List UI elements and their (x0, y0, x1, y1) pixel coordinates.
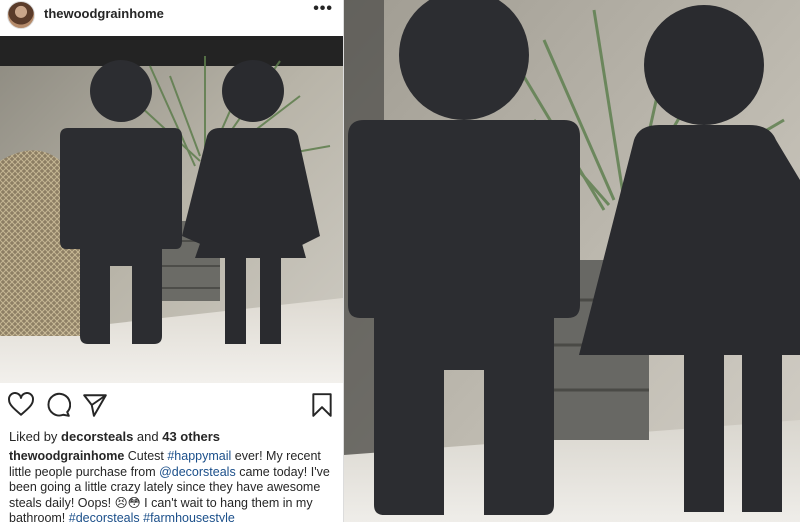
heart-icon[interactable] (8, 392, 34, 418)
zoomed-photo (344, 0, 800, 522)
likes-count: Liked by decorsteals and 43 others (9, 429, 220, 444)
bookmark-icon[interactable] (309, 392, 335, 418)
caption-text: Cutest (124, 449, 168, 463)
mention-link[interactable]: @decorsteals (159, 465, 236, 479)
instagram-post: thewoodgrainhome ••• Liked by decorsteal… (0, 0, 343, 522)
likes-middle: and (133, 429, 163, 444)
likes-others-link[interactable]: 43 others (162, 429, 220, 444)
post-header: thewoodgrainhome ••• (0, 0, 343, 36)
post-caption: thewoodgrainhome Cutest #happymail ever!… (9, 449, 339, 522)
likes-prefix: Liked by (9, 429, 62, 444)
hashtag-link[interactable]: #farmhousestyle (143, 511, 235, 522)
post-actions (0, 392, 343, 420)
more-options-icon[interactable]: ••• (313, 0, 333, 18)
hashtag-link[interactable]: #decorsteals (69, 511, 140, 522)
avatar[interactable] (7, 1, 35, 29)
hashtag-link[interactable]: #happymail (167, 449, 231, 463)
post-photo (0, 36, 343, 383)
likes-liker-link[interactable]: decorsteals (61, 429, 133, 444)
comment-icon[interactable] (45, 392, 71, 418)
share-icon[interactable] (82, 392, 108, 418)
caption-username[interactable]: thewoodgrainhome (9, 449, 124, 463)
post-username[interactable]: thewoodgrainhome (44, 6, 164, 21)
